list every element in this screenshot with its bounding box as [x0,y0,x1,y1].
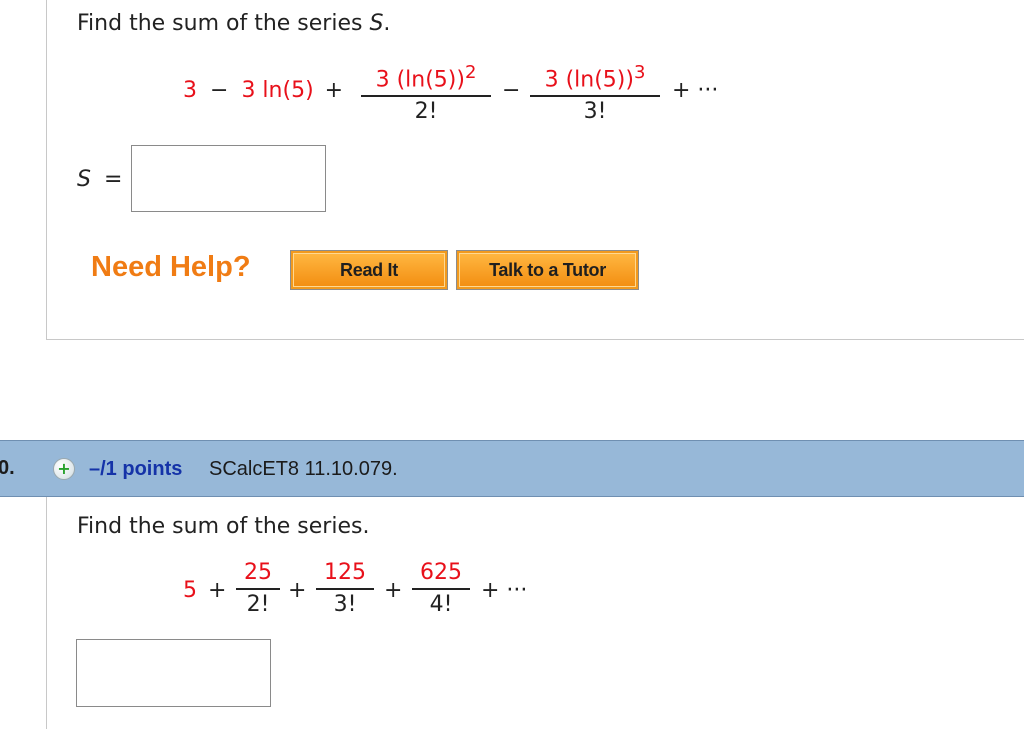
fraction-numerator: 25 [244,560,272,585]
series-fraction: 25 2! [236,560,280,618]
series-term: 5 [183,578,197,603]
series-operator: + [208,578,227,603]
fraction-numerator: 625 [420,560,462,585]
fraction-numerator: 3 (ln(5)) [375,67,465,93]
panel-left-border [46,497,47,729]
fraction-exponent: 2 [464,62,477,83]
series-operator: + [324,78,344,103]
fraction-bar [530,95,660,98]
answer-input[interactable] [76,639,271,707]
question-number: 0. [0,457,15,479]
series-term: 3 [183,78,197,103]
series-expression: 3 − 3 ln(5) + [183,78,347,103]
series-operator: − [210,78,229,103]
talk-to-tutor-button-label: Talk to a Tutor [459,253,636,287]
fraction-denominator: 2! [414,99,438,125]
need-help-label: Need Help? [91,251,251,283]
fraction-bar [316,588,374,590]
read-it-button[interactable]: Read It [290,250,448,290]
series-ellipsis: + ··· [481,578,528,603]
series-term: 3 ln(5) [241,78,314,103]
question-prompt: Find the sum of the series S. [77,11,390,36]
question-header: 0. + –/1 points SCalcET8 11.10.079. [0,440,1024,497]
points-label: –/1 points [89,458,183,480]
fraction-numerator: 3 (ln(5)) [544,67,634,93]
answer-label-variable: S [77,167,91,192]
fraction-denominator: 4! [429,592,453,617]
fraction-bar [412,588,470,590]
series-fraction: 3 (ln(5))2 2! [361,60,491,125]
read-it-button-label: Read It [293,253,445,287]
expand-plus-icon[interactable]: + [53,458,75,480]
series-fraction: 125 3! [316,560,374,618]
series-fraction: 625 4! [412,560,470,618]
series-ellipsis: + ··· [672,78,719,103]
prompt-variable: S [369,11,384,36]
question-prompt: Find the sum of the series. [77,514,370,539]
series-operator: − [502,78,521,103]
fraction-denominator: 3! [333,592,357,617]
series-operator: + [288,578,307,603]
answer-label-equals: = [103,167,123,192]
answer-input[interactable] [131,145,326,212]
prompt-end: . [383,11,391,36]
prompt-text: Find the sum of the series [77,11,370,36]
series-operator: + [384,578,403,603]
fraction-numerator: 125 [324,560,366,585]
fraction-bar [361,95,491,98]
question-reference: SCalcET8 11.10.079. [209,458,398,480]
series-expression: 5 + [183,578,226,603]
answer-label: S = [77,167,122,192]
fraction-denominator: 3! [583,99,607,125]
series-fraction: 3 (ln(5))3 3! [530,60,660,125]
fraction-denominator: 2! [246,592,270,617]
fraction-bar [236,588,280,590]
fraction-exponent: 3 [633,62,646,83]
talk-to-tutor-button[interactable]: Talk to a Tutor [456,250,639,290]
